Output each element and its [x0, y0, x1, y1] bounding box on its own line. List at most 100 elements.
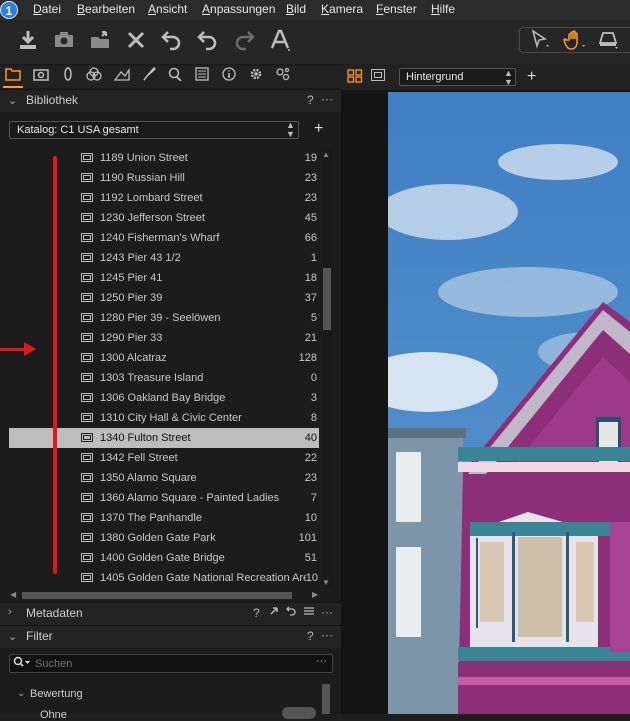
search-icon[interactable] — [13, 656, 31, 671]
tab-color[interactable] — [84, 66, 104, 88]
tab-info[interactable] — [219, 66, 239, 88]
photo-painted-house — [388, 92, 630, 714]
list-item[interactable]: 1405 Golden Gate National Recreation Are… — [0, 568, 322, 588]
list-item[interactable]: 1189 Union Street 19 — [0, 148, 322, 168]
album-icon — [81, 293, 93, 302]
album-icon — [81, 173, 93, 182]
scroll-left-icon[interactable]: ◀ — [10, 590, 16, 599]
list-item[interactable]: 1190 Russian Hill 23 — [0, 168, 322, 188]
add-icon[interactable]: + — [314, 120, 323, 138]
menu-datei[interactable]: Datei — [33, 2, 61, 16]
list-item[interactable]: 1243 Pier 43 1/2 1 — [0, 248, 322, 268]
app-logo[interactable]: 1 — [0, 1, 18, 19]
list-item[interactable]: 1370 The Panhandle 10 — [0, 508, 322, 528]
redo-icon[interactable] — [232, 28, 256, 52]
help-icon[interactable]: ? — [253, 606, 260, 620]
search-input[interactable] — [35, 657, 285, 671]
tab-details[interactable] — [165, 66, 185, 88]
undo-icon[interactable] — [160, 28, 184, 52]
list-item[interactable]: 1280 Pier 39 - Seelöwen 5 — [0, 308, 322, 328]
list-menu-icon[interactable] — [304, 605, 314, 619]
more-icon[interactable]: ··· — [321, 605, 333, 619]
album-icon — [81, 473, 93, 482]
tab-capture[interactable] — [31, 66, 51, 88]
menu-anpassungen[interactable]: Anpassungen — [202, 2, 275, 16]
list-vertical-scrollbar[interactable] — [322, 148, 332, 589]
rating-ohne-label[interactable]: Ohne — [40, 709, 67, 721]
search-options-icon[interactable]: ··· — [316, 655, 327, 667]
photo-preview[interactable] — [388, 92, 630, 714]
album-icon — [81, 193, 93, 202]
chevron-down-icon[interactable]: ⌄ — [8, 630, 17, 643]
scroll-down-icon[interactable]: ▼ — [322, 578, 330, 587]
tab-library[interactable] — [3, 66, 23, 88]
layer-select-value: Hintergrund — [406, 71, 464, 83]
rating-group-label[interactable]: Bewertung — [30, 688, 83, 700]
hand-icon[interactable] — [563, 28, 587, 52]
single-view-icon[interactable] — [371, 69, 385, 81]
help-icon[interactable]: ? — [307, 93, 314, 107]
list-item[interactable]: 1192 Lombard Street 23 — [0, 188, 322, 208]
list-item[interactable]: 1380 Golden Gate Park 101 — [0, 528, 322, 548]
tab-custom[interactable] — [273, 66, 293, 88]
list-item[interactable]: 1240 Fisherman's Wharf 66 — [0, 228, 322, 248]
album-icon — [81, 413, 93, 422]
album-icon — [81, 433, 93, 442]
menu-kamera[interactable]: Kamera — [321, 2, 363, 16]
undo-single-icon[interactable] — [196, 28, 220, 52]
select-arrows-icon: ▲ ▼ — [286, 120, 295, 139]
list-item[interactable]: 1230 Jefferson Street 45 — [0, 208, 322, 228]
list-item[interactable]: 1300 Alcatraz 128 — [0, 348, 322, 368]
list-item[interactable]: 1310 City Hall & Civic Center 8 — [0, 408, 322, 428]
menu-hilfe[interactable]: Hilfe — [431, 2, 455, 16]
menu-bearbeiten[interactable]: Bearbeiten — [77, 2, 135, 16]
menu-fenster[interactable]: Fenster — [376, 2, 417, 16]
more-icon[interactable]: ··· — [321, 628, 333, 642]
delete-icon[interactable] — [124, 28, 148, 52]
tab-exposure[interactable] — [112, 66, 132, 88]
tab-output[interactable] — [192, 66, 212, 88]
select-cursor-icon[interactable] — [528, 28, 552, 52]
album-icon — [81, 213, 93, 222]
annotation-arrow-icon — [24, 342, 36, 356]
reset-icon[interactable] — [286, 605, 296, 619]
scroll-right-icon[interactable]: ▶ — [312, 590, 318, 599]
import-icon[interactable] — [16, 28, 40, 52]
list-item[interactable]: 1290 Pier 33 21 — [0, 328, 322, 348]
list-item[interactable]: 1303 Treasure Island 0 — [0, 368, 322, 388]
text-icon[interactable] — [268, 28, 292, 52]
menu-bild[interactable]: Bild — [286, 2, 306, 16]
catalog-select-value: Katalog: C1 USA gesamt — [17, 124, 139, 136]
help-icon[interactable]: ? — [307, 629, 314, 643]
camera-icon[interactable] — [52, 28, 76, 52]
add-layer-icon[interactable]: + — [527, 68, 536, 86]
list-vertical-scroll-thumb[interactable] — [323, 268, 331, 330]
list-item[interactable]: 1250 Pier 39 37 — [0, 288, 322, 308]
menu-ansicht[interactable]: Ansicht — [148, 2, 187, 16]
list-horizontal-scroll-thumb[interactable] — [22, 592, 292, 599]
export-icon[interactable] — [88, 28, 112, 52]
copy-apply-icon[interactable] — [269, 605, 279, 619]
list-item[interactable]: 1400 Golden Gate Bridge 51 — [0, 548, 322, 568]
tab-brush[interactable] — [139, 66, 159, 88]
album-icon — [81, 253, 93, 262]
chevron-right-icon[interactable]: › — [8, 606, 12, 618]
list-item[interactable]: 1245 Pier 41 18 — [0, 268, 322, 288]
list-item[interactable]: 1306 Oakland Bay Bridge 3 — [0, 388, 322, 408]
tab-settings[interactable] — [246, 66, 266, 88]
album-icon — [81, 453, 93, 462]
album-icon — [81, 333, 93, 342]
list-item[interactable]: 1360 Alamo Square - Painted Ladies 7 — [0, 488, 322, 508]
crop-icon[interactable] — [596, 28, 620, 52]
more-icon[interactable]: ··· — [321, 92, 333, 106]
scroll-up-icon[interactable]: ▲ — [322, 150, 330, 159]
filter-title: Filter — [26, 629, 53, 643]
tab-lens[interactable] — [58, 66, 78, 88]
list-item[interactable]: 1350 Alamo Square 23 — [0, 468, 322, 488]
list-item[interactable]: 1342 Fell Street 22 — [0, 448, 322, 468]
filter-scroll-thumb[interactable] — [322, 684, 330, 714]
chevron-down-icon[interactable]: ⌄ — [17, 688, 25, 699]
chevron-down-icon[interactable]: ⌄ — [8, 94, 17, 107]
grid-view-icon[interactable] — [347, 69, 363, 86]
album-icon — [81, 533, 93, 542]
